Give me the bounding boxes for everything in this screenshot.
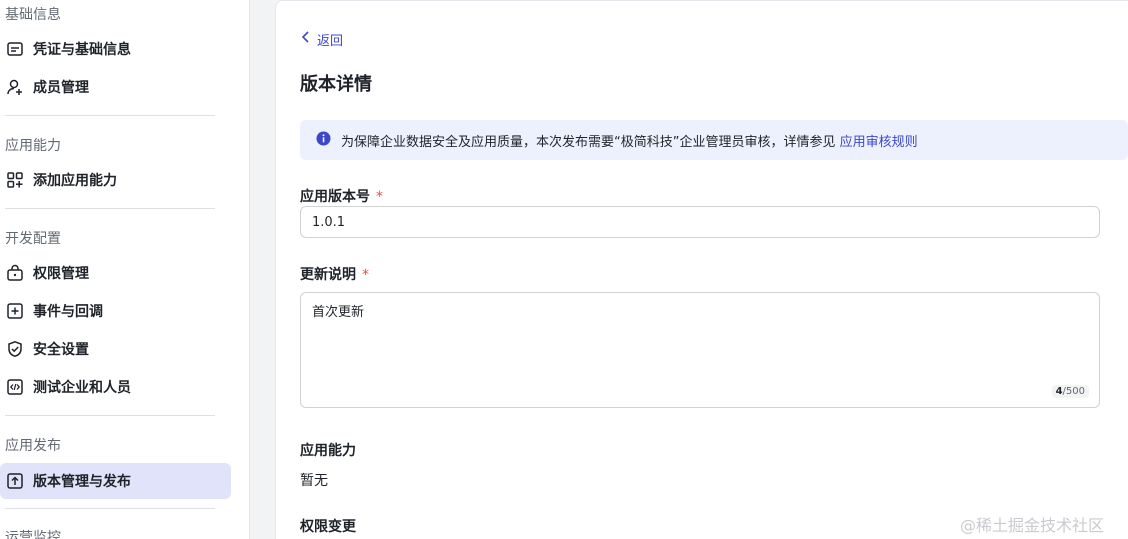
main-panel [275, 0, 1128, 539]
sidebar-item-label: 安全设置 [33, 342, 89, 358]
sidebar-item-members[interactable]: 成员管理 [0, 69, 231, 105]
update-note-label-text: 更新说明 [300, 267, 356, 283]
upload-square-icon [6, 472, 24, 490]
sidebar-item-label: 事件与回调 [33, 304, 103, 320]
sidebar-group-capability: 应用能力 [5, 138, 61, 154]
page-title: 版本详情 [300, 74, 372, 95]
notice-message: 为保障企业数据安全及应用质量，本次发布需要“极简科技”企业管理员审核，详情参见 [341, 134, 836, 150]
sidebar-divider [5, 115, 215, 116]
update-note-label: 更新说明 * [300, 264, 369, 284]
sidebar-item-label: 成员管理 [33, 80, 89, 96]
review-notice: 为保障企业数据安全及应用质量，本次发布需要“极简科技”企业管理员审核，详情参见 … [300, 120, 1128, 160]
sidebar-item-events[interactable]: 事件与回调 [0, 293, 231, 329]
sidebar-item-label: 权限管理 [33, 266, 89, 282]
sidebar-item-security[interactable]: 安全设置 [0, 331, 231, 367]
code-icon [6, 378, 24, 396]
info-icon [316, 131, 331, 150]
version-value: 1.0.1 [312, 214, 346, 230]
chevron-left-icon [301, 31, 311, 47]
char-max: /500 [1062, 386, 1085, 397]
credential-icon [6, 40, 24, 58]
sidebar-item-label: 凭证与基础信息 [33, 42, 131, 58]
update-note-textarea[interactable]: 首次更新 4/500 [300, 292, 1100, 408]
user-add-icon [6, 78, 24, 96]
capability-label: 应用能力 [300, 443, 356, 459]
capability-value: 暂无 [300, 473, 328, 489]
review-rules-link[interactable]: 应用审核规则 [840, 135, 918, 150]
sidebar-item-add-capability[interactable]: 添加应用能力 [0, 162, 231, 198]
sidebar-divider [5, 208, 215, 209]
sidebar-group-monitoring: 运营监控 [5, 530, 61, 539]
update-note-value: 首次更新 [312, 305, 365, 320]
watermark: @稀土掘金技术社区 [960, 516, 1105, 535]
version-label: 应用版本号 * [300, 186, 383, 206]
version-label-text: 应用版本号 [300, 189, 370, 205]
sidebar-item-label: 版本管理与发布 [33, 474, 131, 490]
back-link[interactable]: 返回 [301, 30, 344, 49]
shield-check-icon [6, 340, 24, 358]
char-counter: 4/500 [1051, 385, 1089, 398]
char-count: 4 [1055, 386, 1063, 397]
sidebar-divider [5, 415, 215, 416]
sidebar-group-dev-config: 开发配置 [5, 231, 61, 247]
required-mark: * [362, 267, 369, 283]
sidebar-item-test-enterprise[interactable]: 测试企业和人员 [0, 369, 231, 405]
sidebar-item-label: 添加应用能力 [33, 173, 117, 189]
sidebar-divider [5, 508, 215, 509]
sidebar-group-publish: 应用发布 [5, 438, 61, 454]
plus-square-icon [6, 302, 24, 320]
required-mark: * [376, 189, 383, 205]
version-input[interactable]: 1.0.1 [300, 206, 1100, 238]
grid-add-icon [6, 171, 24, 189]
sidebar-item-version-publish[interactable]: 版本管理与发布 [0, 463, 231, 499]
sidebar-item-label: 测试企业和人员 [33, 380, 131, 396]
permission-change-label: 权限变更 [300, 519, 356, 535]
sidebar-item-permissions[interactable]: 权限管理 [0, 255, 231, 291]
back-label: 返回 [317, 33, 344, 49]
notice-text: 为保障企业数据安全及应用质量，本次发布需要“极简科技”企业管理员审核，详情参见 … [341, 131, 918, 150]
lock-box-icon [6, 264, 24, 282]
sidebar-group-basic: 基础信息 [5, 7, 61, 23]
sidebar-item-credentials[interactable]: 凭证与基础信息 [0, 31, 231, 67]
sidebar: 基础信息 凭证与基础信息 成员管理 应用能力 添加应用能力 开发配置 权限管理 … [0, 0, 250, 539]
